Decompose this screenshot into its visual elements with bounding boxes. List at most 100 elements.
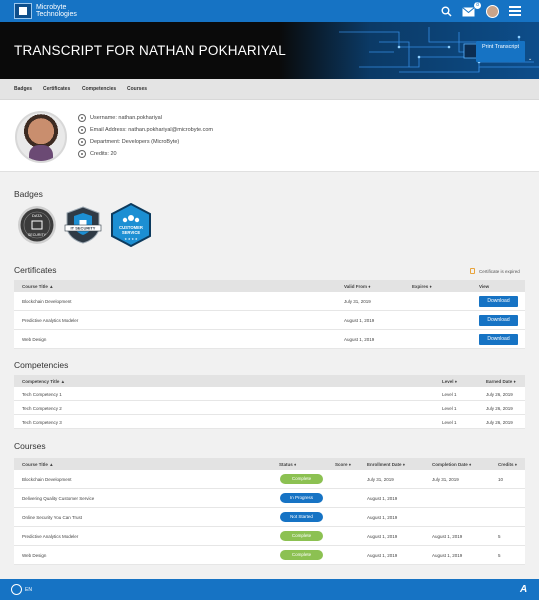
nav-courses[interactable]: Courses [127, 86, 147, 92]
download-button[interactable]: Download [479, 296, 518, 307]
transcript-banner: TRANSCRIPT FOR NATHAN POKHARIYAL [0, 22, 539, 79]
competency-date: July 26, 2019 [486, 392, 513, 397]
course-title: Predictive Analytics Modeler [22, 534, 79, 539]
cert-valid-from: July 31, 2019 [344, 299, 371, 304]
status-badge: In Progress [280, 493, 323, 503]
col-course-title[interactable]: Course Title ▲ [22, 462, 54, 467]
nav-certificates[interactable]: Certificates [43, 86, 70, 92]
col-valid-from[interactable]: Valid From ♦ [344, 284, 371, 289]
globe-icon[interactable] [11, 584, 22, 595]
table-row: Online Security You Can Trust Not Starte… [14, 508, 525, 527]
department-icon [78, 138, 86, 146]
logo-text: Microbyte Technologies [36, 3, 77, 19]
mail-button[interactable]: 8 [462, 2, 481, 18]
col-credits[interactable]: Credits ♦ [498, 462, 517, 467]
mail-icon [462, 7, 475, 17]
user-avatar[interactable] [486, 4, 499, 18]
footer-bar: EN A [0, 579, 539, 600]
table-row: Blockchain Development July 31, 2019 Dow… [14, 292, 525, 311]
profile-card: Username: nathan.pokhariyal Email Addres… [0, 100, 539, 172]
status-badge: Complete [280, 531, 323, 541]
course-title: Online Security You Can Trust [22, 515, 83, 520]
username-row: Username: nathan.pokhariyal [78, 114, 162, 122]
data-security-badge[interactable]: DATA SECURITY [17, 205, 57, 245]
course-title: Delivering Quality Customer Service [22, 496, 95, 501]
table-row: Predictive Analytics Modeler August 1, 2… [14, 311, 525, 330]
col-course-title[interactable]: Course Title ▲ [22, 284, 54, 289]
brand-logo-icon: A [520, 584, 528, 595]
logo-icon [14, 3, 32, 19]
col-earned-date[interactable]: Earned Date ♦ [486, 379, 516, 384]
table-row: Web Design August 1, 2019 Download [14, 330, 525, 349]
col-view: View [479, 284, 490, 289]
status-badge: Complete [280, 550, 323, 560]
certificates-table: Course Title ▲ Valid From ♦ Expires ♦ Vi… [14, 280, 525, 349]
completion-date: August 1, 2019 [432, 534, 463, 539]
competencies-heading: Competencies [14, 360, 69, 370]
expired-icon [470, 268, 475, 274]
email-text: Email Address: nathan.pokhariyal@microby… [90, 127, 213, 133]
status-badge: Not Started [280, 512, 323, 522]
badge-text-bottom: SERVICE [122, 230, 141, 235]
cert-valid-from: August 1, 2019 [344, 337, 375, 342]
badge-stars: ★ ★ ★ ★ [124, 237, 138, 241]
competency-title: Tech Competency 3 [22, 420, 62, 425]
completion-date: August 1, 2019 [432, 553, 463, 558]
col-score[interactable]: Score ♦ [335, 462, 351, 467]
search-icon[interactable] [441, 6, 452, 17]
nav-competencies[interactable]: Competencies [82, 86, 116, 92]
profile-photo [15, 111, 67, 163]
enrollment-date: August 1, 2019 [367, 534, 398, 539]
username-text: Username: nathan.pokhariyal [90, 115, 162, 121]
col-competency-title[interactable]: Competency Title ▲ [22, 379, 65, 384]
certificates-heading: Certificates [14, 265, 57, 275]
competency-title: Tech Competency 1 [22, 392, 62, 397]
mail-count-badge: 8 [474, 2, 481, 9]
badge-text-bottom: SECURITY [28, 233, 47, 237]
table-row: Tech Competency 2 Level 1 July 26, 2019 [14, 401, 525, 415]
language-selector[interactable]: EN [25, 587, 32, 593]
company-logo[interactable]: Microbyte Technologies [14, 3, 80, 19]
table-row: Web Design Complete August 1, 2019 Augus… [14, 546, 525, 565]
customer-service-badge[interactable]: CUSTOMER SERVICE ★ ★ ★ ★ [110, 203, 152, 247]
course-credits: 10 [498, 477, 504, 482]
table-row: Blockchain Development Complete July 31,… [14, 470, 525, 489]
table-row: Delivering Quality Customer Service In P… [14, 489, 525, 508]
enrollment-date: July 31, 2019 [367, 477, 394, 482]
competency-date: July 26, 2019 [486, 406, 513, 411]
completion-date: July 31, 2019 [432, 477, 459, 482]
badges-heading: Badges [14, 189, 43, 199]
section-nav: Badges Certificates Competencies Courses [0, 79, 539, 100]
badge-text-top: DATA [32, 213, 42, 218]
nav-badges[interactable]: Badges [14, 86, 32, 92]
expired-legend-text: Certificate is expired [479, 268, 520, 274]
download-button[interactable]: Download [479, 334, 518, 345]
table-row: Predictive Analytics Modeler Complete Au… [14, 527, 525, 546]
col-completion-date[interactable]: Completion Date ♦ [432, 462, 471, 467]
table-header: Competency Title ▲ Level ♦ Earned Date ♦ [14, 375, 525, 387]
page-title: TRANSCRIPT FOR NATHAN POKHARIYAL [14, 43, 286, 58]
download-button[interactable]: Download [479, 315, 518, 326]
courses-heading: Courses [14, 441, 46, 451]
it-security-badge[interactable]: IT SECURITY [63, 205, 103, 245]
enrollment-date: August 1, 2019 [367, 496, 398, 501]
expired-legend: Certificate is expired [470, 268, 520, 274]
user-icon [78, 114, 86, 122]
competency-level: Level 1 [442, 392, 457, 397]
competency-level: Level 1 [442, 406, 457, 411]
col-status[interactable]: Status ♦ [279, 462, 296, 467]
badge-text-bottom: IT SECURITY [71, 226, 96, 231]
col-expires[interactable]: Expires ♦ [412, 284, 432, 289]
print-transcript-button[interactable]: Print Transcript [476, 41, 525, 62]
col-level[interactable]: Level ♦ [442, 379, 457, 384]
competency-date: July 26, 2019 [486, 420, 513, 425]
competencies-table: Competency Title ▲ Level ♦ Earned Date ♦… [14, 375, 525, 429]
credits-text: Credits: 20 [90, 151, 117, 157]
hamburger-menu-icon[interactable] [509, 6, 521, 16]
email-icon [78, 126, 86, 134]
table-row: Tech Competency 3 Level 1 July 26, 2019 [14, 415, 525, 429]
course-credits: 5 [498, 534, 501, 539]
chevron-down-icon[interactable]: ⌄ [528, 56, 532, 62]
table-header: Course Title ▲ Valid From ♦ Expires ♦ Vi… [14, 280, 525, 292]
col-enrollment-date[interactable]: Enrollment Date ♦ [367, 462, 405, 467]
